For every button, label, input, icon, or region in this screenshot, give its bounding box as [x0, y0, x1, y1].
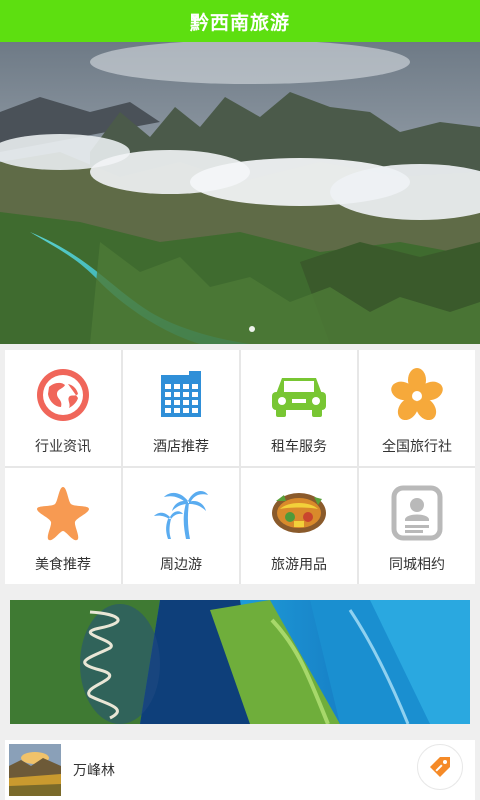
hero-banner-carousel[interactable]: [0, 42, 480, 344]
banner-landscape-image: [0, 42, 480, 344]
category-travel-goods[interactable]: 旅游用品: [241, 468, 357, 584]
category-label: 美食推荐: [35, 557, 91, 573]
category-nearby-tour[interactable]: 周边游: [123, 468, 239, 584]
category-label: 租车服务: [271, 439, 327, 455]
hotel-building-icon: [152, 366, 210, 424]
palm-tree-icon: [152, 484, 210, 542]
category-hotel-recommend[interactable]: 酒店推荐: [123, 350, 239, 466]
flower-icon: [388, 366, 446, 424]
promo-landscape-image: [10, 600, 470, 724]
category-industry-news[interactable]: 行业资讯: [5, 350, 121, 466]
category-label: 全国旅行社: [382, 439, 452, 455]
page-title: 黔西南旅游: [189, 11, 290, 34]
travel-goods-icon: [270, 484, 328, 542]
globe-icon: [34, 366, 92, 424]
category-food-recommend[interactable]: 美食推荐: [5, 468, 121, 584]
list-item[interactable]: 万峰林: [5, 740, 475, 800]
category-label: 行业资讯: [35, 439, 91, 455]
id-card-icon: [388, 484, 446, 542]
category-local-meetup[interactable]: 同城相约: [359, 468, 475, 584]
category-travel-agency[interactable]: 全国旅行社: [359, 350, 475, 466]
category-car-rental[interactable]: 租车服务: [241, 350, 357, 466]
car-icon: [270, 366, 328, 424]
category-grid: 行业资讯 酒店推荐 租车服务 全国旅行社 美食推荐 周边游 旅游用品 同城相约: [5, 350, 475, 584]
landscape-thumbnail: [9, 744, 61, 796]
category-label: 旅游用品: [271, 557, 327, 573]
category-label: 周边游: [160, 557, 202, 573]
price-tag-icon: [430, 757, 450, 777]
list-item-title: 万峰林: [73, 763, 115, 779]
promo-banner[interactable]: [10, 600, 470, 724]
starfish-icon: [34, 484, 92, 542]
price-tag-button[interactable]: [417, 744, 463, 790]
app-header: 黔西南旅游: [0, 0, 480, 42]
carousel-pager-dot[interactable]: [249, 326, 255, 332]
category-label: 同城相约: [389, 557, 445, 573]
category-label: 酒店推荐: [153, 439, 209, 455]
